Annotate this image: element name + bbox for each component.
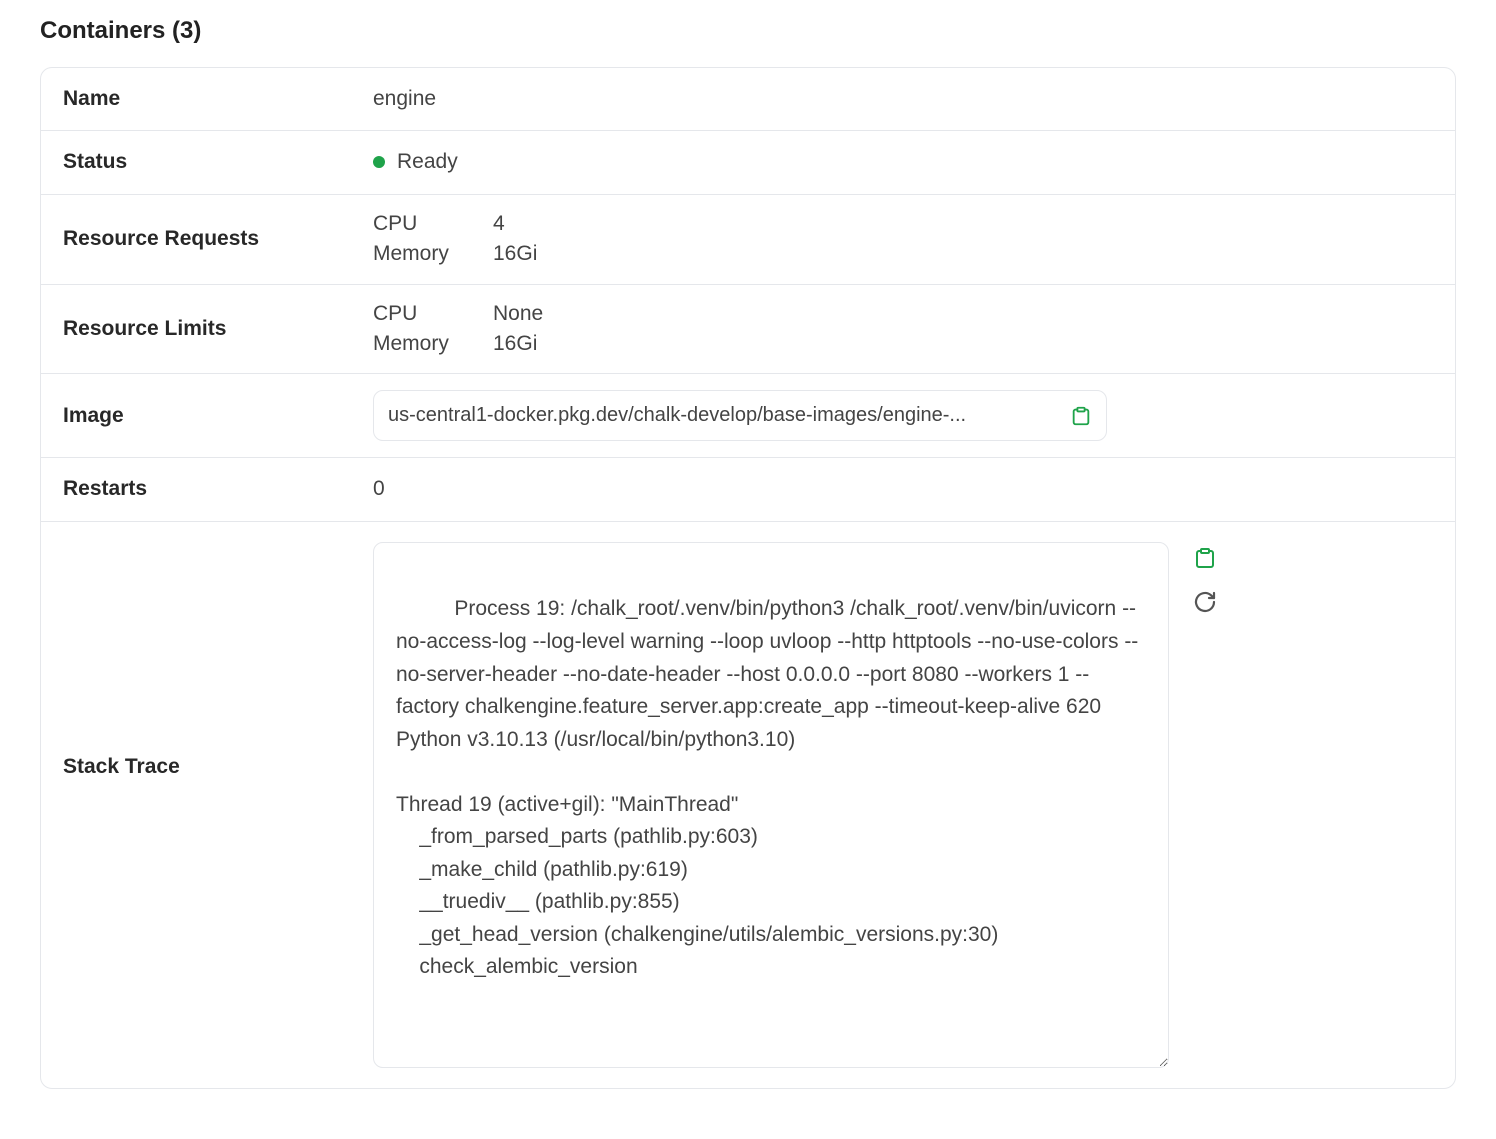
refresh-icon	[1193, 590, 1217, 614]
resize-handle-icon	[1150, 1049, 1164, 1063]
lim-memory-value: 16Gi	[493, 329, 537, 359]
image-value-field: us-central1-docker.pkg.dev/chalk-develop…	[373, 390, 1107, 441]
resource-limits-label: Resource Limits	[63, 314, 373, 344]
name-row: Name engine	[41, 68, 1455, 131]
resource-requests-row: Resource Requests CPU 4 Memory 16Gi	[41, 195, 1455, 285]
resource-requests-label: Resource Requests	[63, 224, 373, 254]
status-text: Ready	[397, 147, 458, 177]
refresh-stack-trace-button[interactable]	[1193, 590, 1217, 614]
req-memory-label: Memory	[373, 239, 493, 269]
stack-trace-text: Process 19: /chalk_root/.venv/bin/python…	[396, 597, 1138, 978]
status-row: Status Ready	[41, 131, 1455, 194]
resource-limits-row: Resource Limits CPU None Memory 16Gi	[41, 285, 1455, 375]
status-label: Status	[63, 147, 373, 177]
image-row: Image us-central1-docker.pkg.dev/chalk-d…	[41, 374, 1455, 458]
restarts-row: Restarts 0	[41, 458, 1455, 521]
copy-stack-trace-button[interactable]	[1193, 546, 1217, 570]
containers-section-title: Containers (3)	[40, 14, 1456, 49]
clipboard-icon	[1193, 546, 1217, 570]
status-value: Ready	[373, 147, 1433, 177]
name-label: Name	[63, 84, 373, 114]
lim-memory-label: Memory	[373, 329, 493, 359]
lim-cpu-value: None	[493, 299, 543, 329]
req-cpu-label: CPU	[373, 209, 493, 239]
req-cpu-value: 4	[493, 209, 505, 239]
stack-trace-box[interactable]: Process 19: /chalk_root/.venv/bin/python…	[373, 542, 1169, 1068]
container-detail-card: Name engine Status Ready Resource Reques…	[40, 67, 1456, 1089]
req-memory-value: 16Gi	[493, 239, 537, 269]
copy-image-button[interactable]	[1070, 405, 1092, 427]
stack-trace-row: Stack Trace Process 19: /chalk_root/.ven…	[41, 522, 1455, 1088]
lim-cpu-label: CPU	[373, 299, 493, 329]
stack-trace-label: Stack Trace	[63, 542, 373, 782]
name-value: engine	[373, 84, 1433, 114]
clipboard-icon	[1070, 405, 1092, 427]
image-value: us-central1-docker.pkg.dev/chalk-develop…	[388, 401, 1070, 430]
status-indicator-dot	[373, 156, 385, 168]
restarts-value: 0	[373, 474, 1433, 504]
image-label: Image	[63, 401, 373, 431]
restarts-label: Restarts	[63, 474, 373, 504]
